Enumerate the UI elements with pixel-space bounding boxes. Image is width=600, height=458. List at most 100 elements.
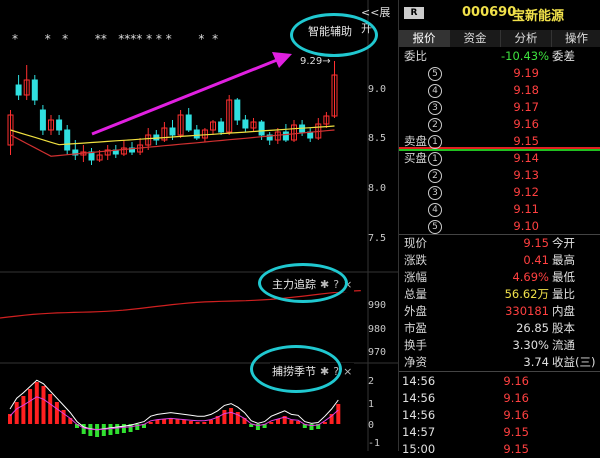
quote-label-2: 今开 bbox=[552, 236, 575, 250]
rating-badge: R bbox=[404, 7, 424, 19]
quote-row: 外盘 330181 内盘 bbox=[399, 303, 600, 320]
candle-body bbox=[15, 84, 22, 96]
sell-price: 9.15 bbox=[513, 134, 539, 148]
tick-price: 9.15 bbox=[503, 442, 529, 456]
macd-bar bbox=[182, 420, 187, 424]
macd-bar bbox=[14, 402, 19, 424]
tick-time: 14:57 bbox=[402, 425, 436, 439]
wei-bi-row: 委比 -10.43% 委差 bbox=[399, 48, 600, 65]
macd-bar bbox=[95, 424, 100, 437]
macd-axis-label: 2 bbox=[368, 376, 375, 387]
candle-body bbox=[218, 121, 225, 133]
candle-body bbox=[56, 119, 63, 131]
tab-funds[interactable]: 资金 bbox=[450, 30, 501, 47]
macd-bar bbox=[289, 420, 294, 424]
quote-value: 0.41 bbox=[523, 253, 549, 267]
price-axis-label: 8.5 bbox=[368, 133, 387, 144]
level-number: 4 bbox=[428, 203, 442, 217]
kline-chart-area[interactable]: * * * ** **** * * * * * <<展开 智能辅助 9.29→ … bbox=[0, 0, 398, 451]
track-axis-label: 980 bbox=[368, 324, 387, 335]
macd-bar bbox=[41, 386, 46, 424]
candle-body bbox=[185, 114, 192, 131]
tick-time: 15:00 bbox=[402, 442, 436, 456]
tick-time: 14:56 bbox=[402, 391, 436, 405]
macd-bar bbox=[48, 394, 53, 424]
kline-chart bbox=[0, 0, 398, 451]
quote-label-2: 内盘 bbox=[552, 304, 575, 318]
quote-label-2: 收益(三) bbox=[552, 355, 596, 369]
highlight-ring bbox=[250, 345, 342, 393]
buy-price: 9.11 bbox=[513, 202, 539, 216]
tab-operate[interactable]: 操作 bbox=[552, 30, 600, 47]
quote-label: 现价 bbox=[404, 236, 427, 250]
divider bbox=[399, 371, 600, 372]
quote-panel: R 000690 宝新能源 报价 资金 分析 操作 委比 -10.43% 委差 … bbox=[398, 0, 600, 456]
price-axis-label: 9.0 bbox=[368, 84, 387, 95]
candle-body bbox=[242, 119, 249, 129]
track-axis-label: 990 bbox=[368, 300, 387, 311]
quote-label-2: 股本 bbox=[552, 321, 575, 335]
macd-bar bbox=[88, 424, 93, 436]
tick-time: 14:56 bbox=[402, 374, 436, 388]
candle-body bbox=[282, 131, 289, 141]
level-number: 2 bbox=[428, 118, 442, 132]
level-number: 3 bbox=[428, 101, 442, 115]
candle-body bbox=[31, 79, 38, 101]
quote-value: 4.69% bbox=[512, 270, 549, 284]
macd-bar bbox=[209, 420, 213, 424]
quote-value: 56.62万 bbox=[504, 287, 549, 301]
macd-bar bbox=[21, 396, 26, 424]
sell-price: 9.18 bbox=[513, 83, 539, 97]
buy-order-row: 2 9.13 bbox=[399, 167, 600, 184]
quote-label-2: 最低 bbox=[552, 270, 575, 284]
track-axis-label: 970 bbox=[368, 347, 387, 358]
buy-price: 9.12 bbox=[513, 185, 539, 199]
quote-row: 涨幅 4.69% 最低 bbox=[399, 269, 600, 286]
tick-row: 14:57 9.15 bbox=[399, 424, 600, 441]
quote-value: 9.15 bbox=[523, 236, 549, 250]
candle-body bbox=[169, 127, 176, 136]
quote-label: 外盘 bbox=[404, 304, 427, 318]
quote-value: 26.85 bbox=[516, 321, 549, 335]
sell-order-row: 4 9.18 bbox=[399, 82, 600, 99]
macd-axis-label: 1 bbox=[368, 399, 375, 410]
sell-order-row: 3 9.17 bbox=[399, 99, 600, 116]
macd-bar bbox=[188, 421, 193, 424]
tab-quote[interactable]: 报价 bbox=[399, 30, 450, 47]
sell-order-row: 5 9.19 bbox=[399, 65, 600, 82]
quote-label: 总量 bbox=[404, 287, 427, 301]
quote-row: 总量 56.62万 量比 bbox=[399, 286, 600, 303]
level-number: 5 bbox=[428, 67, 442, 81]
sell-price: 9.19 bbox=[513, 66, 539, 80]
tick-row: 14:56 9.16 bbox=[399, 390, 600, 407]
sell-price: 9.17 bbox=[513, 100, 539, 114]
buy-order-row: 5 9.10 bbox=[399, 218, 600, 235]
stock-name: 宝新能源 bbox=[512, 9, 565, 24]
tick-row: 14:56 9.16 bbox=[399, 407, 600, 424]
stock-code: 000690 bbox=[462, 5, 517, 20]
candle-body bbox=[64, 129, 71, 151]
wei-cha-label: 委差 bbox=[552, 49, 575, 63]
quote-value: 330181 bbox=[505, 304, 549, 318]
macd-bar bbox=[322, 422, 327, 424]
macd-axis-label: 0 bbox=[368, 420, 375, 431]
wei-bi-label: 委比 bbox=[404, 49, 427, 63]
quote-row: 现价 9.15 今开 bbox=[399, 235, 600, 252]
tick-row: 15:00 9.15 bbox=[399, 441, 600, 458]
quote-label-2: 量比 bbox=[552, 287, 575, 301]
macd-bar bbox=[162, 419, 167, 424]
macd-bar bbox=[155, 420, 160, 424]
macd-axis-label: -1 bbox=[368, 438, 381, 449]
tab-analysis[interactable]: 分析 bbox=[501, 30, 552, 47]
buy-order-row: 3 9.12 bbox=[399, 184, 600, 201]
quote-label: 涨幅 bbox=[404, 270, 427, 284]
candle-body bbox=[234, 99, 241, 121]
macd-bar bbox=[269, 422, 274, 424]
macd-bar bbox=[28, 389, 33, 424]
close-icon[interactable]: × bbox=[343, 365, 352, 378]
buy-order-row: 买盘 1 9.14 bbox=[399, 150, 600, 167]
macd-bar bbox=[229, 408, 234, 424]
highlight-ring bbox=[258, 263, 348, 303]
tick-row: 14:56 9.16 bbox=[399, 373, 600, 390]
wei-bi-value: -10.43% bbox=[501, 49, 549, 63]
